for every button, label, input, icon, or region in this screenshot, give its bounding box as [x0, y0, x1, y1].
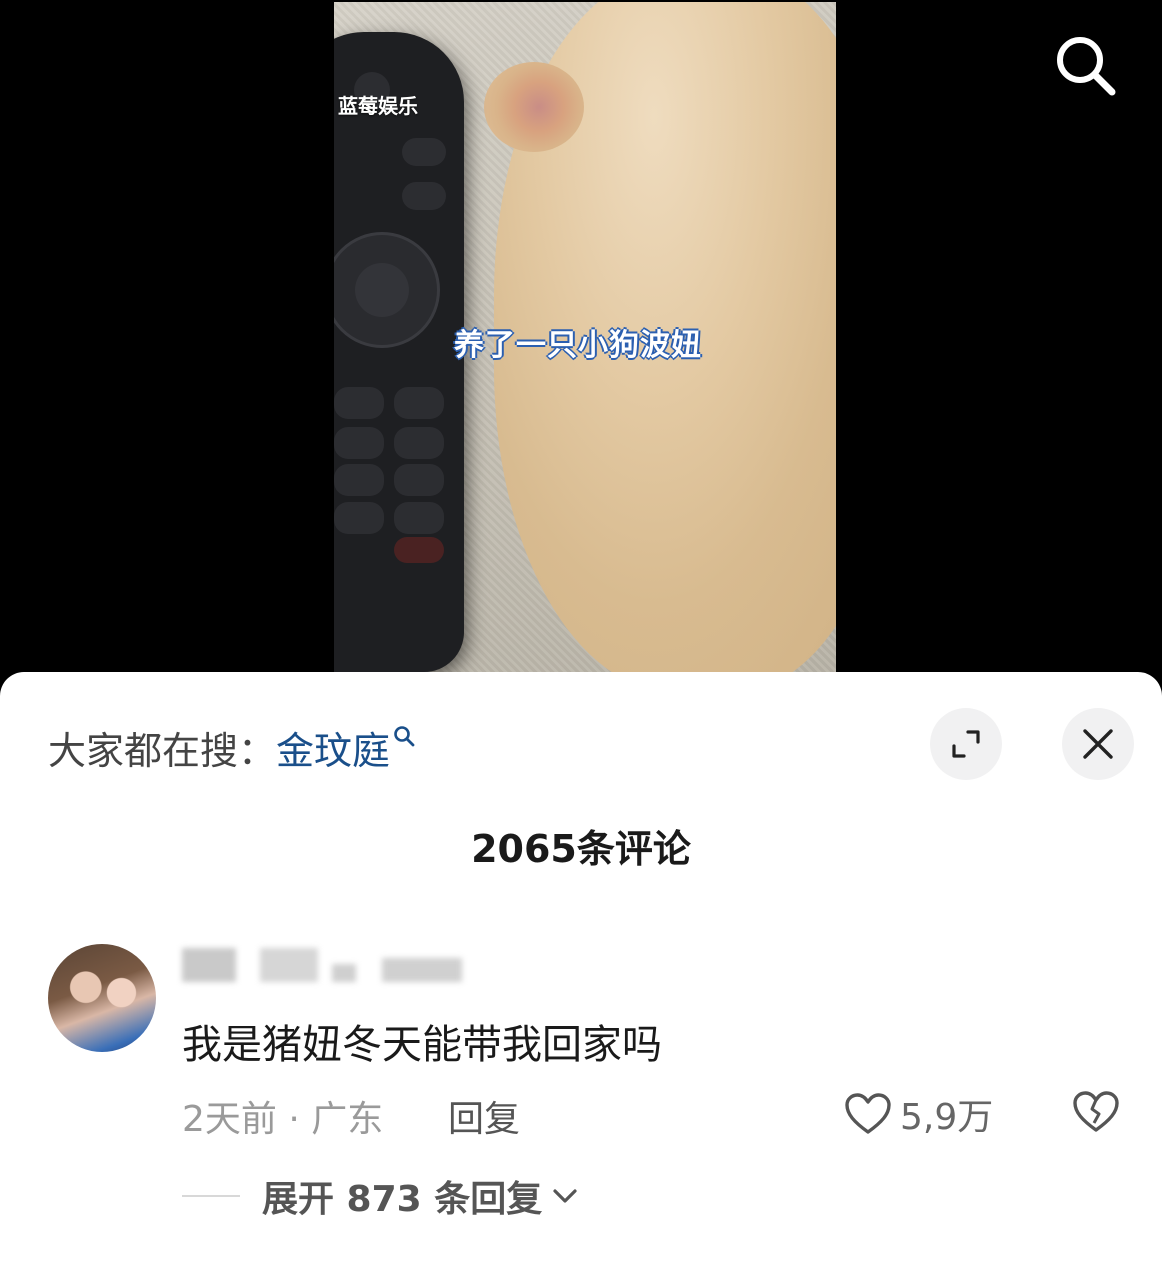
heart-icon — [845, 1093, 891, 1134]
chevron-down-icon — [553, 1189, 577, 1203]
video-frame[interactable]: 蓝莓娱乐 养了一只小狗波妞 — [334, 2, 836, 672]
like-count: 5,9万 — [900, 1097, 994, 1138]
search-button[interactable] — [1052, 32, 1118, 98]
username-redacted[interactable] — [182, 948, 482, 982]
video-watermark: 蓝莓娱乐 — [338, 94, 418, 118]
video-caption: 养了一只小狗波妞 — [454, 328, 702, 363]
close-icon — [1083, 729, 1113, 759]
comments-sheet: 大家都在搜：金玟庭 2065条评论 我是猪妞冬天能带我回家吗 2天前 · 广东 … — [0, 672, 1162, 1267]
hot-search-prefix: 大家都在搜： — [48, 729, 277, 773]
video-player[interactable]: 蓝莓娱乐 养了一只小狗波妞 — [0, 0, 1162, 672]
close-button[interactable] — [1062, 708, 1134, 780]
broken-heart-icon — [1073, 1091, 1119, 1132]
dog-ear — [484, 62, 584, 152]
expand-replies-button[interactable]: 展开 873 条回复 — [182, 1170, 578, 1222]
comment-count: 2065条评论 — [471, 827, 691, 871]
dislike-button[interactable] — [1072, 1090, 1120, 1138]
comment-text: 我是猪妞冬天能带我回家吗 — [182, 1022, 662, 1068]
avatar[interactable] — [48, 944, 156, 1052]
hot-search-bar[interactable]: 大家都在搜：金玟庭 — [48, 720, 416, 775]
remote-dpad — [334, 232, 440, 348]
comment-item: 我是猪妞冬天能带我回家吗 2天前 · 广东 回复 5,9万 展开 873 条回复 — [48, 942, 1128, 1242]
search-icon — [1057, 37, 1116, 96]
tv-remote-image — [334, 32, 464, 672]
comment-meta: 2天前 · 广东 — [182, 1099, 384, 1140]
expand-replies-label: 展开 873 条回复 — [262, 1179, 543, 1220]
reply-button[interactable]: 回复 — [448, 1090, 520, 1142]
hot-search-term[interactable]: 金玟庭 — [276, 729, 390, 773]
like-button[interactable]: 5,9万 — [844, 1088, 993, 1140]
expand-button[interactable] — [930, 708, 1002, 780]
search-icon — [394, 726, 415, 747]
expand-icon — [952, 730, 980, 758]
divider — [182, 1195, 240, 1197]
